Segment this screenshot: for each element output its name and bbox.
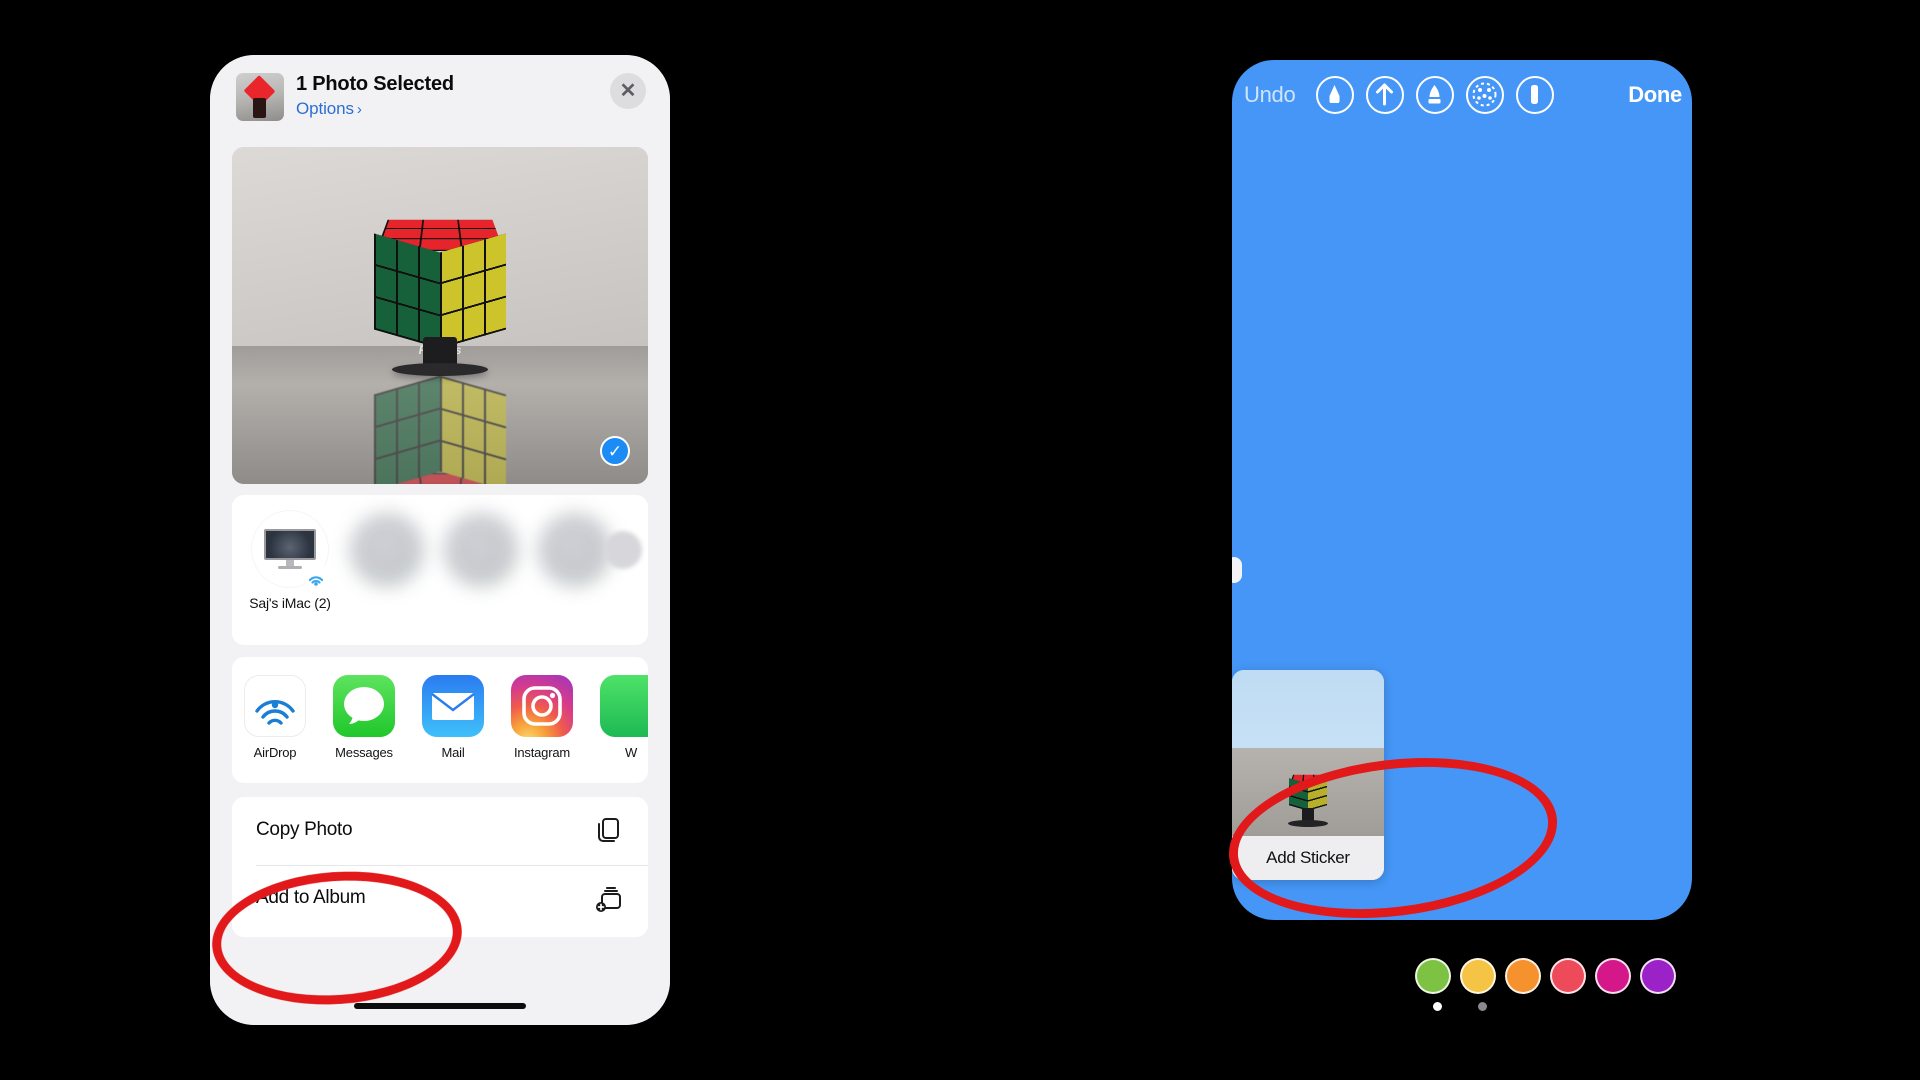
share-apps-section: AirDrop Messages Mail Instagram W (232, 657, 648, 783)
share-app-whatsapp[interactable]: W (588, 675, 648, 760)
airdrop-device-placeholder[interactable] (538, 513, 612, 587)
pen-tool-icon[interactable] (1316, 76, 1354, 114)
share-sheet: 1 Photo Selected Options› ✕ Rubik's (210, 55, 670, 1025)
undo-button[interactable]: Undo (1244, 82, 1296, 108)
rubiks-cube-graphic (360, 189, 520, 357)
airdrop-device-placeholder[interactable] (444, 513, 518, 587)
color-palette (1415, 958, 1685, 1004)
airdrop-device-avatar (252, 511, 330, 591)
share-app-instagram[interactable]: Instagram (499, 675, 585, 760)
chevron-right-icon: › (356, 101, 362, 118)
color-swatch-purple[interactable] (1640, 958, 1676, 994)
color-swatch-magenta[interactable] (1595, 958, 1631, 994)
cube-reflection (360, 375, 520, 484)
eraser-tool-icon[interactable] (1516, 76, 1554, 114)
whatsapp-icon (600, 675, 648, 737)
markup-toolbar: Undo Done (1232, 60, 1692, 126)
airdrop-icon (244, 675, 306, 737)
color-swatch-red[interactable] (1550, 958, 1586, 994)
share-sheet-header: 1 Photo Selected Options › ✕ (210, 55, 670, 133)
options-link[interactable]: Options › (296, 99, 362, 119)
airdrop-scroll-affordance[interactable] (604, 531, 642, 569)
share-app-label: Messages (335, 745, 393, 760)
messages-icon (333, 675, 395, 737)
page-indicator (1433, 1002, 1513, 1014)
thumbnail-stand-shape (253, 98, 266, 118)
mail-icon (422, 675, 484, 737)
volume-button[interactable] (1232, 557, 1242, 583)
photo-thumbnail (236, 73, 284, 121)
share-app-label: Instagram (513, 745, 570, 760)
share-app-messages[interactable]: Messages (321, 675, 407, 760)
share-app-mail[interactable]: Mail (410, 675, 496, 760)
cube-left-face (374, 233, 440, 349)
left-phone-frame: 1 Photo Selected Options› ✕ Rubik's (210, 55, 670, 1025)
share-app-label: W (624, 745, 638, 760)
photo-preview[interactable]: Rubik's ✓ (232, 147, 648, 484)
done-button[interactable]: Done (1628, 82, 1682, 108)
copy-icon (594, 815, 624, 845)
action-copy-photo[interactable]: Copy Photo (232, 797, 648, 866)
screen-root: 1 Photo Selected Options› ✕ Rubik's (0, 0, 1920, 1080)
share-app-label: Mail (441, 745, 465, 760)
share-app-label: AirDrop (253, 745, 297, 760)
airdrop-device[interactable]: Saj's iMac (2) (244, 511, 336, 611)
airdrop-section: Saj's iMac (2) (232, 495, 648, 645)
options-label: Options (296, 99, 354, 118)
color-swatch-yellow[interactable] (1460, 958, 1496, 994)
color-swatch-orange[interactable] (1505, 958, 1541, 994)
add-to-album-icon (594, 883, 624, 913)
lasso-tool-icon[interactable] (1466, 76, 1504, 114)
close-icon[interactable]: ✕ (610, 73, 646, 109)
arrow-up-icon[interactable] (1366, 76, 1404, 114)
selected-check-badge[interactable]: ✓ (600, 436, 630, 466)
airdrop-device-placeholder[interactable] (350, 513, 424, 587)
marker-tool-icon[interactable] (1416, 76, 1454, 114)
imac-icon (264, 529, 316, 569)
color-swatch-green[interactable] (1415, 958, 1451, 994)
action-label: Copy Photo (256, 819, 353, 840)
share-app-airdrop[interactable]: AirDrop (232, 675, 318, 760)
page-dot-inactive[interactable] (1478, 1002, 1487, 1011)
home-indicator (354, 1003, 526, 1009)
page-dot-active[interactable] (1433, 1002, 1442, 1011)
airdrop-icon (302, 563, 330, 591)
instagram-icon (511, 675, 573, 737)
cube-right-face (440, 233, 506, 349)
airdrop-device-label: Saj's iMac (2) (249, 595, 331, 611)
share-sheet-title: 1 Photo Selected (296, 73, 454, 95)
